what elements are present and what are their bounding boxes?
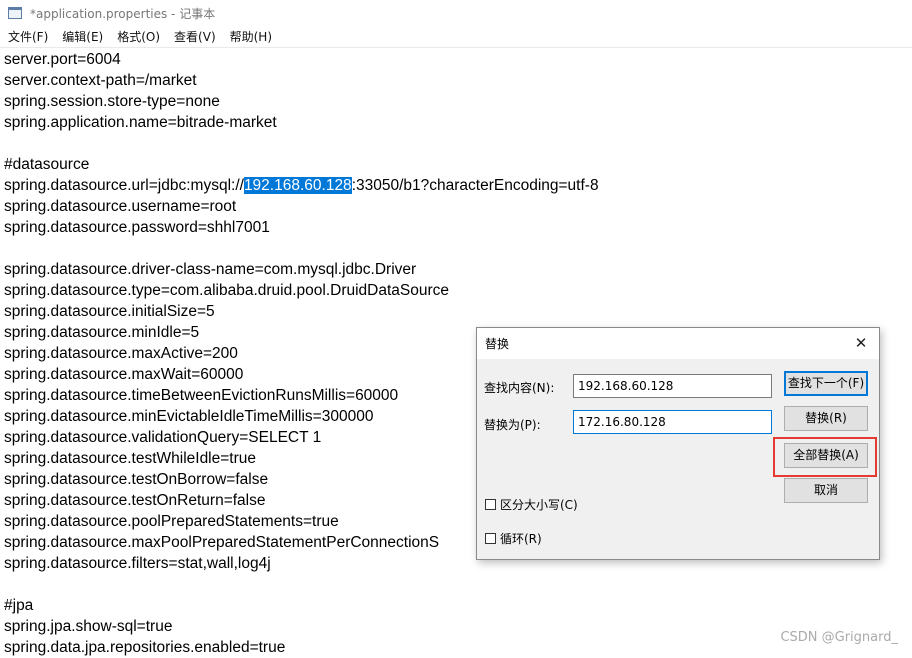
find-next-button[interactable]: 查找下一个(F) xyxy=(784,371,868,396)
editor-line: server.port=6004 xyxy=(4,51,121,68)
editor-line: spring.datasource.initialSize=5 xyxy=(4,303,215,320)
checkbox-box[interactable] xyxy=(485,499,496,510)
notepad-icon xyxy=(8,7,22,19)
editor-line: spring.jpa.show-sql=true xyxy=(4,618,173,635)
match-case-checkbox[interactable]: 区分大小写(C) xyxy=(485,496,578,513)
wrap-label: 循环(R) xyxy=(500,532,542,546)
editor-line: spring.datasource.url=jdbc:mysql://192.1… xyxy=(4,175,912,196)
editor-line: #jpa xyxy=(4,597,34,614)
editor-line: spring.datasource.driver-class-name=com.… xyxy=(4,261,417,278)
menu-bar: 文件(F) 编辑(E) 格式(O) 查看(V) 帮助(H) xyxy=(0,26,912,48)
editor-line: spring.datasource.password=shhl7001 xyxy=(4,219,270,236)
window-title: *application.properties - 记事本 xyxy=(30,6,216,21)
watermark: CSDN @Grignard_ xyxy=(780,630,898,645)
url-suffix: :33050/b1?characterEncoding=utf-8 xyxy=(351,177,599,194)
editor-line: spring.datasource.username=root xyxy=(4,198,237,215)
match-case-label: 区分大小写(C) xyxy=(500,498,578,512)
dialog-title-bar: 替换 ✕ xyxy=(477,328,879,359)
menu-edit[interactable]: 编辑(E) xyxy=(56,26,109,48)
replace-all-annotation-box xyxy=(773,437,877,477)
checkbox-box[interactable] xyxy=(485,533,496,544)
close-icon[interactable]: ✕ xyxy=(851,333,871,353)
editor-line: server.context-path=/market xyxy=(4,72,197,89)
selected-text: 192.168.60.128 xyxy=(243,177,352,194)
menu-format[interactable]: 格式(O) xyxy=(111,26,166,48)
dialog-title: 替换 xyxy=(485,337,510,351)
url-prefix: spring.datasource.url=jdbc:mysql:// xyxy=(4,177,244,194)
title-bar: *application.properties - 记事本 xyxy=(0,0,912,26)
editor-line: spring.application.name=bitrade-market xyxy=(4,114,277,131)
menu-view[interactable]: 查看(V) xyxy=(168,26,222,48)
editor-line: #datasource xyxy=(4,156,90,173)
replace-button[interactable]: 替换(R) xyxy=(784,406,868,431)
find-input[interactable]: 192.168.60.128 xyxy=(573,374,772,398)
menu-help[interactable]: 帮助(H) xyxy=(224,26,278,48)
find-label: 查找内容(N): xyxy=(484,381,555,395)
cancel-button[interactable]: 取消 xyxy=(784,478,868,503)
replace-label: 替换为(P): xyxy=(484,418,541,432)
menu-file[interactable]: 文件(F) xyxy=(0,26,54,48)
editor-line: spring.session.store-type=none xyxy=(4,93,220,110)
replace-input[interactable]: 172.16.80.128 xyxy=(573,410,772,434)
wrap-checkbox[interactable]: 循环(R) xyxy=(485,530,542,547)
editor-line: spring.datasource.type=com.alibaba.druid… xyxy=(4,282,450,299)
